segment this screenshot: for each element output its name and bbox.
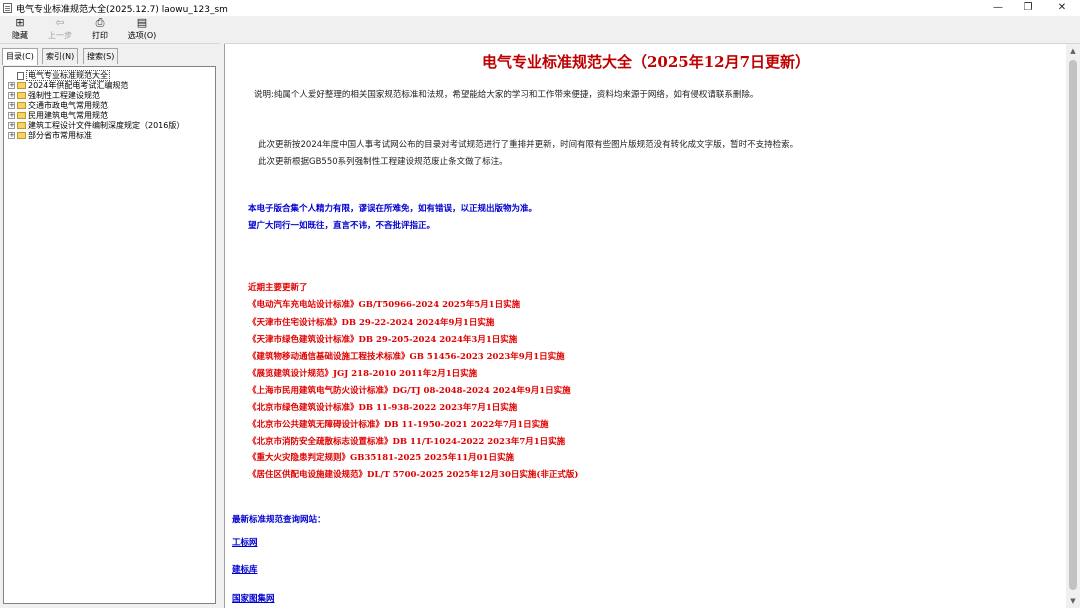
close-button[interactable]: ✕ [1044,0,1080,16]
tree-item-label: 交通市政电气常用规范 [28,101,108,110]
update-text: 此次更新按2024年度中国人事考试网公布的目录对考试规范进行了重排并更新，时间有… [258,140,799,150]
recent-heading: 近期主要更新了 [248,283,308,293]
hide-label: 隐藏 [12,31,28,40]
tree-item-folder[interactable]: +2024年供配电考试汇编规范 [8,81,128,90]
vertical-scrollbar[interactable]: ▲ ▼ [1066,44,1080,608]
recent-item: 《重大火灾隐患判定规则》GB35181-2025 2025年11月01日实施 [248,453,514,463]
tree-item-label: 强制性工程建设规范 [28,91,100,100]
print-label: 打印 [92,31,108,40]
expand-icon[interactable]: + [8,122,15,129]
options-button[interactable]: ▤ 选项(O) [124,17,160,42]
tab-search[interactable]: 搜索(S) [83,48,119,64]
expand-icon[interactable]: + [8,92,15,99]
expand-icon[interactable]: + [8,102,15,109]
tree-item-folder[interactable]: + 民用建筑电气常用规范 [8,111,108,120]
tree-item-folder[interactable]: + 交通市政电气常用规范 [8,101,108,110]
update-text: 此次更新根据GB550系列强制性工程建设规范废止条文做了标注。 [258,157,508,167]
folder-icon [17,92,26,99]
folder-icon [17,132,26,139]
recent-item: 《天津市绿色建筑设计标准》DB 29-205-2024 2024年3月1日实施 [248,335,518,345]
toolbar: ⊞ 隐藏 ⇦ 上一步 ⎙ 打印 ▤ 选项(O) [0,16,1080,44]
page-title: 电气专业标准规范大全（2025年12月7日更新） [481,53,811,71]
hide-icon: ⊞ [15,16,25,29]
window-title: 电气专业标准规范大全(2025.12.7) laowu_123_sm [16,5,228,15]
tree-item-folder[interactable]: + 部分省市常用标准 [8,131,92,140]
expand-icon[interactable]: + [8,112,15,119]
scroll-thumb[interactable] [1069,60,1077,590]
back-button[interactable]: ⇦ 上一步 [44,17,76,42]
sites-heading: 最新标准规范查询网站： [232,515,326,525]
tab-index[interactable]: 索引(N) [42,48,79,64]
tree-item-root[interactable]: 电气专业标准规范大全 [8,70,110,81]
folder-icon [17,102,26,109]
tree-item-label: 建筑工程设计文件编制深度规定（2016版） [28,121,185,130]
folder-icon [17,82,26,89]
recent-item: 《电动汽车充电站设计标准》GB/T50966-2024 2025年5月1日实施 [248,300,521,310]
recent-item: 《上海市民用建筑电气防火设计标准》DG/TJ 08-2048-2024 2024… [248,386,571,396]
printer-icon: ⎙ [95,16,105,29]
scroll-down-icon[interactable]: ▼ [1066,594,1080,608]
tree-item-label: 民用建筑电气常用规范 [28,111,108,120]
back-arrow-icon: ⇦ [55,16,65,29]
tree-item-folder[interactable]: + 强制性工程建设规范 [8,91,100,100]
back-label: 上一步 [48,31,72,40]
title-bar: 电气专业标准规范大全(2025.12.7) laowu_123_sm — ❐ ✕ [0,0,1080,16]
tree-item-label: 电气专业标准规范大全 [26,70,110,81]
content-pane: 电气专业标准规范大全（2025年12月7日更新） 说明:纯属个人爱好整理的相关国… [224,44,1067,608]
recent-item: 《展览建筑设计规范》JGJ 218-2010 2011年2月1日实施 [248,369,478,379]
recent-item: 《北京市消防安全疏散标志设置标准》DB 11/T-1024-2022 2023年… [248,437,566,447]
link-jbk[interactable]: 建标库 [232,563,258,575]
scroll-up-icon[interactable]: ▲ [1066,44,1080,58]
recent-item: 《北京市公共建筑无障碍设计标准》DB 11-1950-2021 2022年7月1… [248,420,549,430]
link-gbw[interactable]: 工标网 [232,536,258,548]
note-text: 说明:纯属个人爱好整理的相关国家规范标准和法规，希望能给大家的学习和工作带来便捷… [254,90,759,100]
tree-item-folder[interactable]: + 建筑工程设计文件编制深度规定（2016版） [8,121,184,130]
link-tujiwang[interactable]: 国家图集网 [232,592,275,604]
folder-icon [17,122,26,129]
disclaimer-text: 望广大同行一如既往，直言不讳，不吝批评指正。 [248,221,436,231]
document-icon [17,71,24,80]
options-label: 选项(O) [127,31,157,40]
contents-tree[interactable]: 电气专业标准规范大全 +2024年供配电考试汇编规范 + 强制性工程建设规范 + 交… [3,66,216,604]
tree-item-label: 部分省市常用标准 [28,131,92,140]
print-button[interactable]: ⎙ 打印 [88,17,112,42]
recent-item: 《天津市住宅设计标准》DB 29-22-2024 2024年9月1日实施 [248,318,495,328]
restore-button[interactable]: ❐ [1010,0,1046,16]
tree-item-label: 2024年供配电考试汇编规范 [28,81,129,90]
tab-contents[interactable]: 目录(C) [2,48,38,65]
expand-icon[interactable]: + [8,132,15,139]
app-icon [3,3,12,13]
recent-item: 《建筑物移动通信基础设施工程技术标准》GB 51456-2023 2023年9月… [248,352,565,362]
recent-item: 《北京市绿色建筑设计标准》DB 11-938-2022 2023年7月1日实施 [248,403,518,413]
folder-icon [17,112,26,119]
options-icon: ▤ [136,16,148,29]
disclaimer-text: 本电子版合集个人精力有限，谬误在所难免，如有错误，以正规出版物为准。 [248,204,538,214]
recent-item: 《居住区供配电设施建设规范》DL/T 5700-2025 2025年12月30日… [248,470,579,480]
expand-icon[interactable]: + [8,82,15,89]
hide-button[interactable]: ⊞ 隐藏 [8,17,32,42]
